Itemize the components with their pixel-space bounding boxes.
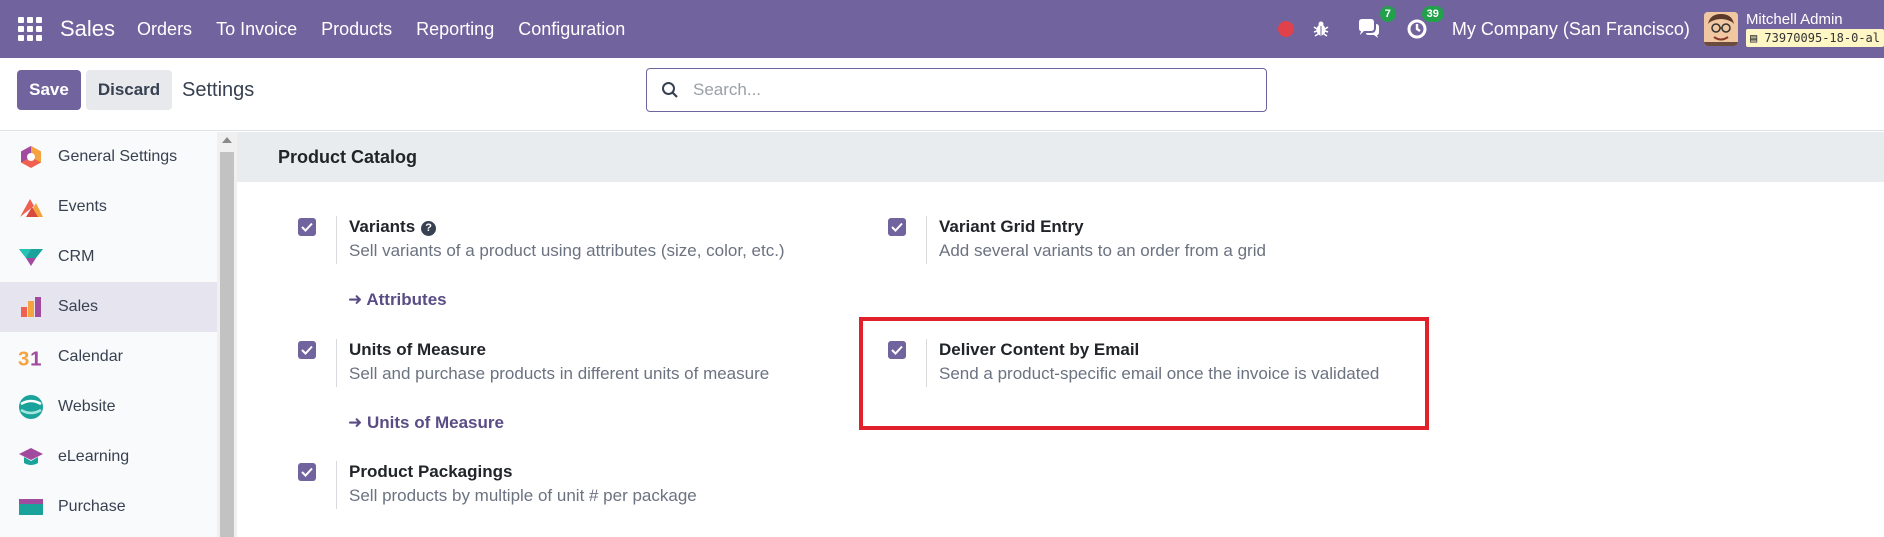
crm-icon	[18, 244, 44, 270]
app-brand[interactable]: Sales	[60, 16, 115, 42]
setting-description: Sell variants of a product using attribu…	[349, 241, 785, 260]
events-icon	[18, 194, 44, 220]
sales-icon	[18, 294, 44, 320]
setting-title: Variants?	[349, 216, 785, 238]
section-title: Product Catalog	[237, 132, 1884, 182]
highlight-box	[859, 317, 1429, 430]
variant-grid-checkbox[interactable]	[888, 218, 906, 236]
sidebar-item-label: General Settings	[58, 148, 178, 165]
sidebar-item-label: Website	[58, 398, 116, 415]
setting-description: Add several variants to an order from a …	[939, 241, 1266, 260]
setting-body: Units of Measure Sell and purchase produ…	[336, 339, 769, 387]
debug-icon[interactable]	[1308, 16, 1334, 42]
settings-content: Product Catalog Variants? Sell variants …	[237, 132, 1884, 537]
setting-description: Sell and purchase products in different …	[349, 364, 770, 383]
user-avatar[interactable]	[1703, 12, 1738, 46]
sidebar-item-label: Purchase	[58, 498, 126, 515]
page-title: Settings	[182, 79, 255, 101]
search-input[interactable]	[693, 80, 1233, 100]
sidebar-scrollbar[interactable]	[217, 132, 237, 537]
save-button[interactable]: Save	[17, 70, 81, 110]
database-tag: ▤ 73970095-18-0-al	[1745, 28, 1884, 47]
arrow-right-icon: ➜	[348, 290, 363, 309]
svg-text:3: 3	[18, 348, 29, 369]
sidebar-item-website[interactable]: Website	[0, 382, 217, 432]
elearning-icon	[18, 444, 44, 470]
sidebar-item-elearning[interactable]: eLearning	[0, 432, 217, 482]
setting-title: Units of Measure	[349, 340, 486, 359]
calendar-icon: 3 1	[18, 344, 44, 370]
discard-button[interactable]: Discard	[86, 70, 172, 110]
menu-orders[interactable]: Orders	[125, 19, 204, 40]
menu-products[interactable]: Products	[309, 19, 404, 40]
arrow-right-icon: ➜	[348, 413, 363, 432]
messages-icon[interactable]: 7	[1356, 6, 1396, 42]
company-switcher[interactable]: My Company (San Francisco)	[1452, 19, 1690, 40]
variants-checkbox[interactable]	[298, 218, 316, 236]
search-icon	[661, 81, 679, 99]
control-panel: Save Discard Settings	[0, 58, 1884, 131]
setting-body: Variant Grid Entry Add several variants …	[926, 216, 1266, 264]
sidebar-item-label: Events	[58, 198, 107, 215]
sidebar-item-general-settings[interactable]: General Settings	[0, 132, 217, 182]
purchase-icon	[18, 494, 44, 520]
settings-sidebar: General Settings Events CRM Sales 3 1 Ca…	[0, 132, 217, 537]
sidebar-item-sales[interactable]: Sales	[0, 282, 217, 332]
help-icon[interactable]: ?	[421, 221, 437, 236]
activities-icon[interactable]: 39	[1404, 6, 1444, 42]
general-settings-icon	[18, 144, 44, 170]
menu-to-invoice[interactable]: To Invoice	[204, 19, 309, 40]
activities-badge: 39	[1421, 6, 1444, 22]
database-icon: ▤	[1749, 30, 1758, 45]
uom-link-label: Units of Measure	[366, 413, 504, 432]
sidebar-item-label: eLearning	[58, 448, 130, 465]
user-name: Mitchell Admin	[1745, 10, 1843, 28]
svg-text:1: 1	[30, 348, 41, 369]
scrollbar-thumb[interactable]	[220, 152, 234, 537]
menu-reporting[interactable]: Reporting	[404, 19, 506, 40]
scroll-up-arrow-icon[interactable]	[222, 137, 232, 143]
sidebar-item-label: Sales	[58, 298, 99, 315]
menu-configuration[interactable]: Configuration	[506, 19, 637, 40]
uom-checkbox[interactable]	[298, 341, 316, 359]
sidebar-item-purchase[interactable]: Purchase	[0, 482, 217, 532]
setting-title: Variant Grid Entry	[939, 217, 1084, 236]
messages-badge: 7	[1379, 6, 1396, 22]
setting-body: Product Packagings Sell products by mult…	[336, 461, 697, 509]
units-of-measure-link[interactable]: ➜ Units of Measure	[348, 413, 504, 433]
setting-description: Sell products by multiple of unit # per …	[349, 486, 697, 505]
user-menu[interactable]: Mitchell Admin ▤ 73970095-18-0-al	[1745, 10, 1884, 47]
setting-title: Product Packagings	[349, 462, 513, 481]
sidebar-item-label: CRM	[58, 248, 95, 265]
search-box[interactable]	[646, 68, 1267, 112]
apps-menu-icon[interactable]	[18, 17, 42, 41]
sidebar-item-crm[interactable]: CRM	[0, 232, 217, 282]
setting-title-text: Variants	[349, 217, 416, 236]
setting-body: Variants? Sell variants of a product usi…	[336, 216, 785, 264]
navbar-systray: 7 39 My Company (San Francisco) Mitchell…	[1277, 0, 1884, 58]
sidebar-item-label: Calendar	[58, 348, 123, 365]
website-icon	[18, 394, 44, 420]
sidebar-item-events[interactable]: Events	[0, 182, 217, 232]
attributes-link[interactable]: ➜ Attributes	[348, 290, 447, 310]
sidebar-item-calendar[interactable]: 3 1 Calendar	[0, 332, 217, 382]
attributes-link-label: Attributes	[366, 290, 447, 309]
packagings-checkbox[interactable]	[298, 463, 316, 481]
record-icon[interactable]	[1277, 21, 1294, 37]
top-navbar: Sales Orders To Invoice Products Reporti…	[0, 0, 1884, 58]
database-name: 73970095-18-0-al	[1764, 30, 1880, 45]
